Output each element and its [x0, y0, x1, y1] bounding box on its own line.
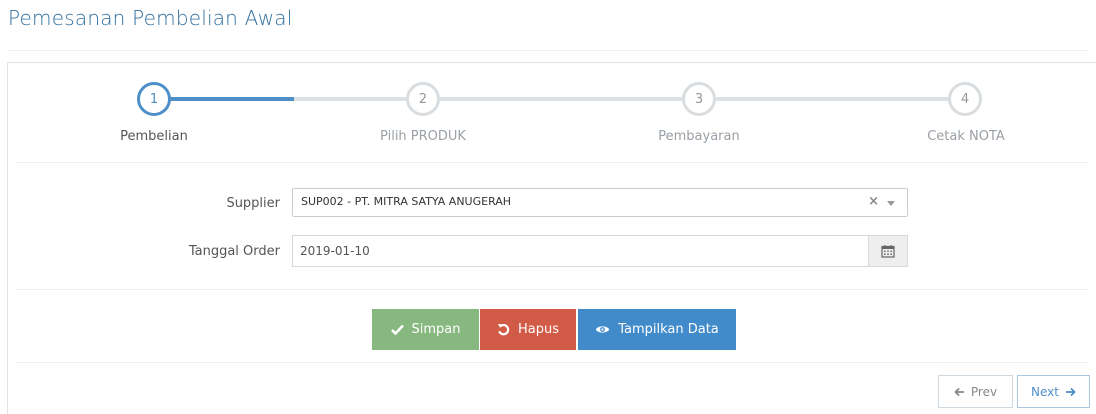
- step-2-label: Pilih PRODUK: [380, 129, 466, 144]
- undo-icon: [497, 323, 510, 336]
- step-connector-1: [168, 97, 294, 101]
- prev-button[interactable]: Prev: [938, 375, 1013, 408]
- save-button[interactable]: Simpan: [372, 309, 479, 350]
- next-button[interactable]: Next: [1017, 375, 1090, 408]
- arrow-right-icon: [1065, 387, 1076, 397]
- order-date-input[interactable]: [292, 235, 868, 267]
- order-date-label: Tanggal Order: [188, 244, 280, 259]
- step-1-label: Pembelian: [120, 129, 188, 144]
- chevron-down-icon[interactable]: [887, 201, 895, 206]
- step-1-number: 1: [149, 91, 159, 107]
- check-icon: [390, 324, 404, 335]
- supplier-select[interactable]: SUP002 - PT. MITRA SATYA ANUGERAH ×: [292, 188, 908, 217]
- step-2-circle[interactable]: 2: [406, 82, 440, 116]
- arrow-left-icon: [954, 387, 965, 397]
- prev-label: Prev: [970, 384, 998, 399]
- page-title: Pemesanan Pembelian Awal: [8, 6, 293, 30]
- save-label: Simpan: [411, 322, 461, 337]
- step-4-label: Cetak NOTA: [927, 129, 1005, 144]
- eye-icon: [595, 324, 610, 335]
- wizard-divider: [17, 162, 1088, 163]
- calendar-icon: [881, 244, 895, 258]
- step-3-number: 3: [694, 91, 704, 107]
- clear-selection-icon[interactable]: ×: [868, 194, 879, 209]
- title-divider: [8, 50, 1088, 51]
- next-label: Next: [1031, 384, 1059, 399]
- supplier-label: Supplier: [226, 196, 280, 211]
- step-4-circle[interactable]: 4: [948, 82, 982, 116]
- step-2-number: 2: [418, 91, 428, 107]
- show-data-label: Tampilkan Data: [618, 322, 719, 337]
- step-connector-1-rest: [294, 97, 408, 101]
- step-3-label: Pembayaran: [658, 129, 740, 144]
- form-divider: [17, 289, 1088, 290]
- step-1-circle[interactable]: 1: [137, 82, 171, 116]
- show-data-button[interactable]: Tampilkan Data: [578, 309, 736, 350]
- actions-divider: [17, 362, 1088, 363]
- delete-label: Hapus: [517, 322, 559, 337]
- step-connector-2: [440, 97, 682, 101]
- calendar-button[interactable]: [868, 235, 908, 267]
- delete-button[interactable]: Hapus: [480, 309, 576, 350]
- step-3-circle[interactable]: 3: [682, 82, 716, 116]
- step-connector-3: [716, 97, 950, 101]
- step-4-number: 4: [960, 91, 970, 107]
- supplier-value: SUP002 - PT. MITRA SATYA ANUGERAH: [301, 195, 512, 208]
